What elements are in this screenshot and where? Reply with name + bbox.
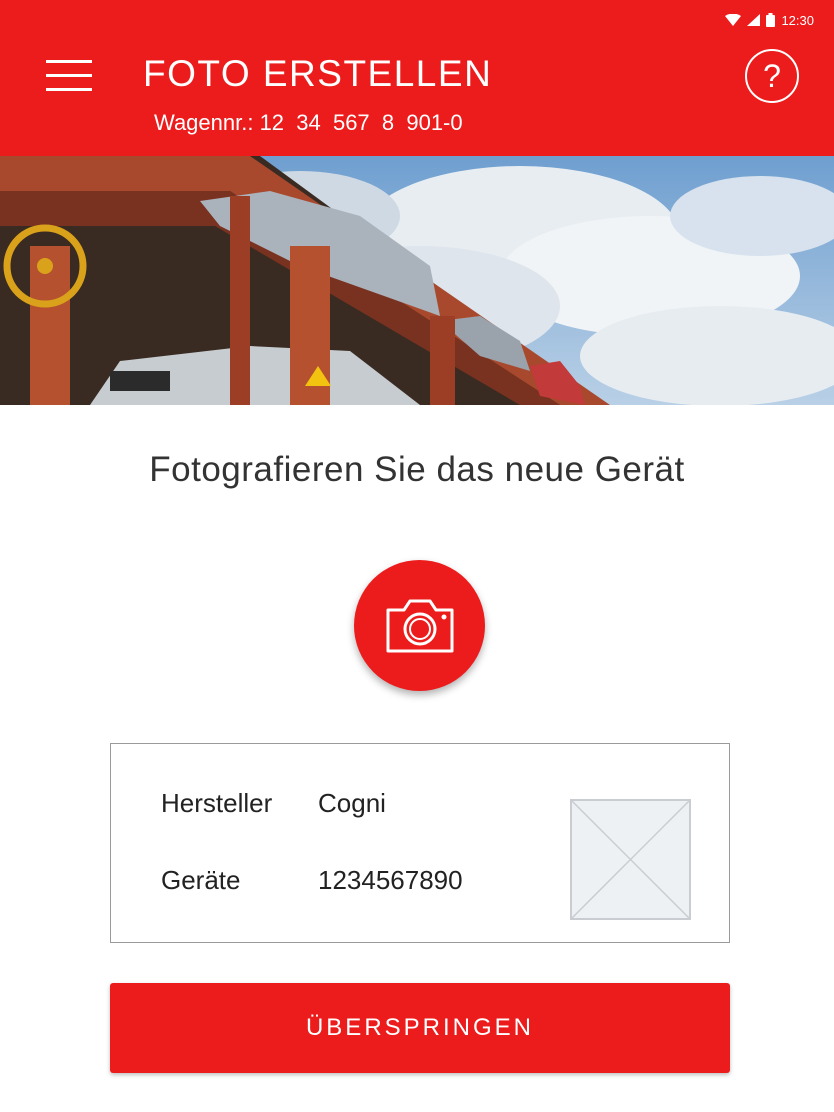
skip-button[interactable]: ÜBERSPRINGEN bbox=[110, 983, 730, 1073]
cellular-signal-icon bbox=[747, 14, 761, 26]
app-header: 12:30 FOTO ERSTELLEN Wagennr.: 12 34 567… bbox=[0, 0, 834, 156]
hamburger-menu-icon[interactable] bbox=[46, 58, 94, 94]
question-mark-icon: ? bbox=[763, 57, 781, 94]
status-time: 12:30 bbox=[781, 12, 814, 28]
page-title: FOTO ERSTELLEN bbox=[143, 53, 493, 94]
help-button[interactable]: ? bbox=[745, 49, 799, 103]
device-label: Geräte bbox=[161, 865, 241, 895]
device-value: 1234567890 bbox=[318, 865, 463, 895]
wagon-number: Wagennr.: 12 34 567 8 901-0 bbox=[154, 110, 463, 135]
manufacturer-value: Cogni bbox=[318, 788, 386, 818]
device-info-card: Hersteller Cogni Geräte 1234567890 bbox=[110, 743, 730, 943]
banner-image bbox=[0, 156, 834, 405]
battery-icon bbox=[766, 13, 776, 27]
instruction-text: Fotografieren Sie das neue Gerät bbox=[149, 450, 685, 489]
manufacturer-row: Hersteller Cogni bbox=[161, 788, 386, 819]
take-photo-button[interactable] bbox=[354, 560, 485, 691]
wifi-icon bbox=[725, 14, 742, 26]
image-placeholder-icon bbox=[570, 799, 691, 920]
camera-icon bbox=[386, 599, 453, 652]
device-row: Geräte 1234567890 bbox=[161, 865, 463, 896]
manufacturer-label: Hersteller bbox=[161, 788, 273, 818]
status-bar: 12:30 bbox=[725, 10, 814, 30]
car-transport-train-image bbox=[0, 156, 834, 405]
